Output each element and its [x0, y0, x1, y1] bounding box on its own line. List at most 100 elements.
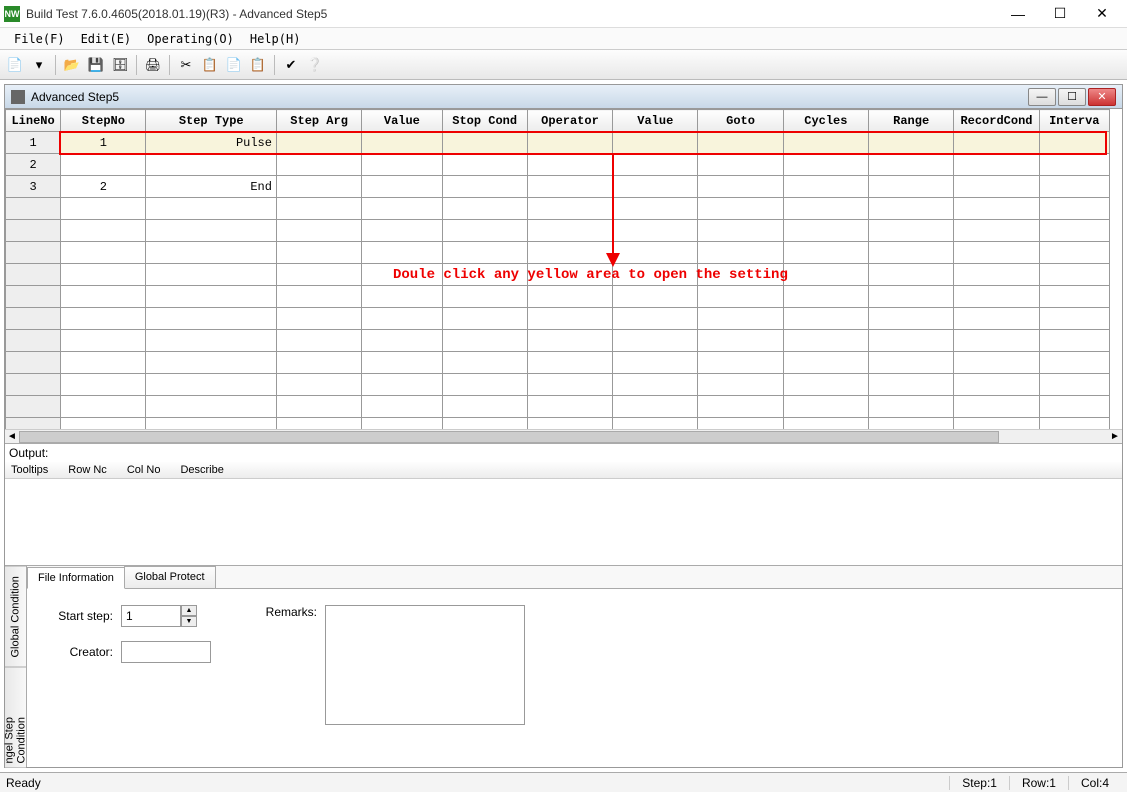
grid-header[interactable]: Cycles	[783, 110, 868, 132]
grid-cell[interactable]	[527, 198, 612, 220]
grid-cell[interactable]	[362, 198, 442, 220]
grid-cell[interactable]	[527, 242, 612, 264]
grid-cell[interactable]	[698, 308, 783, 330]
grid-cell[interactable]	[442, 176, 527, 198]
grid-cell[interactable]	[527, 154, 612, 176]
grid-cell[interactable]	[783, 154, 868, 176]
grid-header[interactable]: Range	[869, 110, 954, 132]
grid-cell[interactable]	[698, 330, 783, 352]
remarks-textarea[interactable]	[325, 605, 525, 725]
grid-cell[interactable]	[869, 396, 954, 418]
grid-header[interactable]: Interva	[1039, 110, 1109, 132]
grid-cell[interactable]	[276, 418, 361, 430]
grid-cell[interactable]	[954, 308, 1039, 330]
grid-cell[interactable]	[527, 330, 612, 352]
grid-cell[interactable]	[613, 220, 698, 242]
grid-cell[interactable]	[61, 418, 146, 430]
grid-cell[interactable]	[698, 352, 783, 374]
grid-cell[interactable]	[61, 242, 146, 264]
grid-cell[interactable]	[442, 220, 527, 242]
grid-cell[interactable]	[698, 176, 783, 198]
dropdown-icon[interactable]: ▾	[28, 54, 50, 76]
side-tab-channel-step-condition[interactable]: ngel Step Condition	[5, 667, 26, 768]
grid-cell[interactable]	[362, 330, 442, 352]
start-step-spinner[interactable]: ▲ ▼	[121, 605, 197, 627]
start-step-input[interactable]	[121, 605, 181, 627]
grid-cell[interactable]	[61, 308, 146, 330]
grid-cell[interactable]	[783, 418, 868, 430]
grid-cell[interactable]	[61, 154, 146, 176]
grid-cell[interactable]	[954, 396, 1039, 418]
grid-cell[interactable]	[698, 220, 783, 242]
grid-cell[interactable]	[783, 220, 868, 242]
grid-cell[interactable]	[146, 220, 276, 242]
grid-cell[interactable]	[362, 374, 442, 396]
grid-cell[interactable]	[698, 396, 783, 418]
grid-cell[interactable]	[6, 330, 61, 352]
grid-cell[interactable]	[61, 396, 146, 418]
grid-cell[interactable]: 1	[61, 132, 146, 154]
grid-cell[interactable]	[869, 242, 954, 264]
grid-cell[interactable]	[146, 396, 276, 418]
grid-cell[interactable]	[442, 132, 527, 154]
grid-cell[interactable]	[362, 176, 442, 198]
start-step-down-button[interactable]: ▼	[181, 616, 197, 627]
grid-cell[interactable]	[61, 220, 146, 242]
table-row[interactable]	[6, 396, 1110, 418]
table-row[interactable]	[6, 286, 1110, 308]
grid-cell[interactable]	[6, 264, 61, 286]
grid-header[interactable]: LineNo	[6, 110, 61, 132]
grid-cell[interactable]	[61, 330, 146, 352]
grid-cell[interactable]	[61, 374, 146, 396]
table-row[interactable]	[6, 198, 1110, 220]
grid-cell[interactable]	[613, 286, 698, 308]
grid-cell[interactable]	[6, 220, 61, 242]
output-body[interactable]	[5, 479, 1122, 565]
grid-cell[interactable]	[954, 132, 1039, 154]
grid-cell[interactable]	[613, 352, 698, 374]
grid-cell[interactable]	[1039, 154, 1109, 176]
grid-cell[interactable]	[6, 242, 61, 264]
grid-cell[interactable]	[1039, 286, 1109, 308]
grid-cell[interactable]	[362, 242, 442, 264]
grid-cell[interactable]	[146, 352, 276, 374]
grid-horizontal-scrollbar[interactable]: ◄►	[5, 429, 1122, 443]
saveall-icon[interactable]: 🗄	[109, 54, 131, 76]
grid-cell[interactable]	[276, 264, 361, 286]
table-row[interactable]	[6, 418, 1110, 430]
grid-cell[interactable]	[527, 352, 612, 374]
grid-cell[interactable]	[954, 330, 1039, 352]
table-row[interactable]: 2	[6, 154, 1110, 176]
grid-cell[interactable]	[362, 396, 442, 418]
table-row[interactable]	[6, 220, 1110, 242]
grid-cell[interactable]	[1039, 176, 1109, 198]
grid-cell[interactable]	[276, 176, 361, 198]
grid-cell[interactable]	[954, 286, 1039, 308]
grid-cell[interactable]	[362, 418, 442, 430]
grid-cell[interactable]	[783, 396, 868, 418]
menu-help[interactable]: Help(H)	[242, 30, 309, 48]
grid-cell[interactable]	[527, 418, 612, 430]
grid-cell[interactable]	[869, 154, 954, 176]
grid-cell[interactable]	[954, 264, 1039, 286]
grid-cell[interactable]	[783, 286, 868, 308]
grid-cell[interactable]	[1039, 132, 1109, 154]
grid-cell[interactable]	[527, 396, 612, 418]
grid-cell[interactable]	[442, 374, 527, 396]
grid-cell[interactable]	[698, 242, 783, 264]
grid-cell[interactable]	[613, 330, 698, 352]
side-tab-global-condition[interactable]: Global Condition	[5, 566, 26, 667]
grid-cell[interactable]	[146, 286, 276, 308]
grid-cell[interactable]	[1039, 242, 1109, 264]
grid-cell[interactable]	[869, 418, 954, 430]
grid-cell[interactable]	[783, 374, 868, 396]
grid-cell[interactable]	[783, 198, 868, 220]
grid-cell[interactable]	[613, 396, 698, 418]
grid-cell[interactable]	[276, 330, 361, 352]
grid-cell[interactable]	[698, 154, 783, 176]
close-button[interactable]: ✕	[1081, 1, 1123, 27]
grid-cell[interactable]	[1039, 330, 1109, 352]
grid-cell[interactable]	[954, 352, 1039, 374]
grid-cell[interactable]	[276, 198, 361, 220]
grid-cell[interactable]	[527, 374, 612, 396]
